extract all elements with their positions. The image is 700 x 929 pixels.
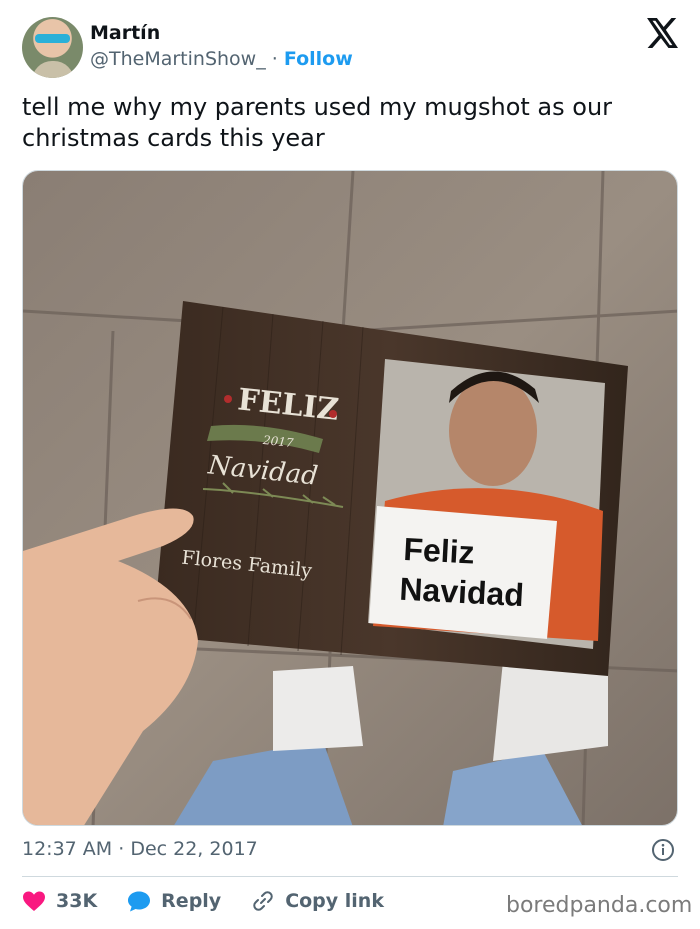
sign-line-2: Navidad (399, 571, 525, 613)
boredpanda-watermark: boredpanda.com (506, 893, 693, 918)
card-berry (224, 395, 232, 403)
x-logo-icon[interactable] (646, 18, 680, 48)
info-icon[interactable] (651, 838, 675, 862)
like-button[interactable]: 33K (22, 890, 97, 912)
mugshot-sign (369, 506, 557, 639)
follow-button[interactable]: Follow (284, 48, 353, 70)
reply-label: Reply (161, 890, 222, 912)
tweet-text: tell me why my parents used my mugshot a… (22, 93, 613, 152)
handle-separator: · (271, 48, 284, 70)
sign-line-1: Feliz (403, 531, 476, 571)
avatar-shirt (32, 61, 74, 78)
author-handle-row: @TheMartinShow_ · Follow (90, 48, 353, 70)
like-count: 33K (56, 890, 98, 912)
reply-bubble-icon (128, 891, 151, 912)
timestamp-separator: · (118, 838, 131, 860)
copy-link-button[interactable]: Copy link (251, 889, 384, 913)
shoe-left (273, 666, 363, 751)
heart-icon (23, 891, 45, 911)
christmas-card: FELIZ 2017 Navidad Flores Family Feliz N… (153, 301, 628, 676)
tweet-actions: 33K Reply Copy link (22, 886, 414, 916)
avatar-glasses (35, 34, 70, 43)
timestamp-time: 12:37 AM (22, 838, 113, 860)
reply-button[interactable]: Reply (127, 890, 221, 912)
divider (22, 876, 678, 877)
timestamp-date: Dec 22, 2017 (130, 838, 258, 860)
author-display-name[interactable]: Martín (90, 22, 160, 44)
copy-link-label: Copy link (285, 890, 384, 912)
author-handle[interactable]: @TheMartinShow_ (90, 48, 266, 70)
tweet-header: Martín @TheMartinShow_ · Follow (0, 0, 700, 90)
avatar[interactable] (22, 17, 83, 78)
tweet-photo[interactable]: FELIZ 2017 Navidad Flores Family Feliz N… (22, 170, 678, 826)
card-berry (329, 410, 337, 418)
photo-scene: FELIZ 2017 Navidad Flores Family Feliz N… (23, 171, 677, 825)
tweet-timestamp[interactable]: 12:37 AM · Dec 22, 2017 (22, 838, 258, 860)
mugshot-face (449, 376, 537, 486)
link-icon (253, 891, 273, 911)
